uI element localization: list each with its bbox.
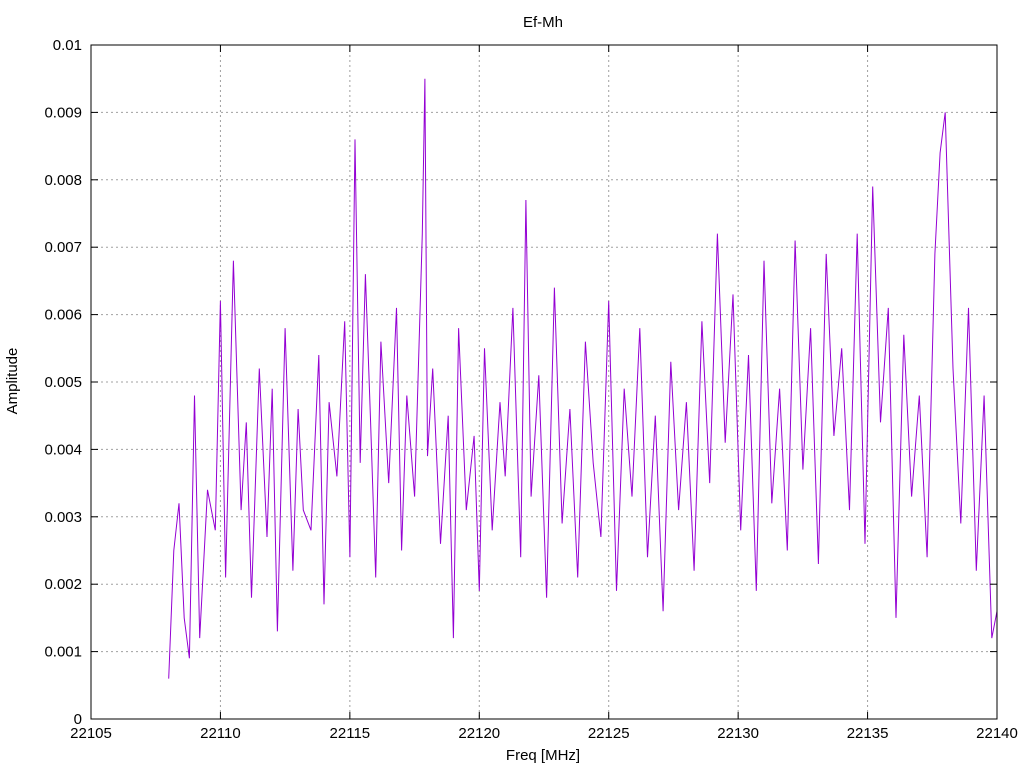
y-tick-label: 0 (74, 711, 82, 728)
y-tick-label: 0.006 (44, 307, 82, 324)
y-tick-label: 0.003 (44, 509, 82, 526)
y-tick-label: 0.002 (44, 576, 82, 593)
x-tick-label: 22140 (976, 725, 1018, 742)
x-tick-label: 22115 (330, 725, 371, 742)
chart-title: Ef-Mh (523, 14, 563, 31)
x-tick-label: 22135 (847, 725, 889, 742)
plot-background (0, 0, 1024, 768)
chart: 22105 22110 22115 22120 22125 22130 22135 22140… (0, 0, 1024, 768)
y-tick-label: 0.01 (53, 37, 82, 54)
y-tick-label: 0.001 (44, 644, 82, 661)
y-tick-label: 0.007 (44, 239, 82, 256)
x-tick-label: 22120 (458, 725, 500, 742)
y-tick-label: 0.004 (44, 441, 82, 458)
x-tick-label: 22130 (717, 725, 759, 742)
y-tick-label: 0.005 (44, 374, 82, 391)
x-tick-label: 22125 (588, 725, 630, 742)
x-axis-label: Freq [MHz] (506, 747, 580, 764)
y-axis-label: Amplitude (4, 348, 21, 415)
x-tick-label: 22110 (200, 725, 241, 742)
y-tick-label: 0.009 (44, 104, 82, 121)
y-tick-label: 0.008 (44, 172, 82, 189)
